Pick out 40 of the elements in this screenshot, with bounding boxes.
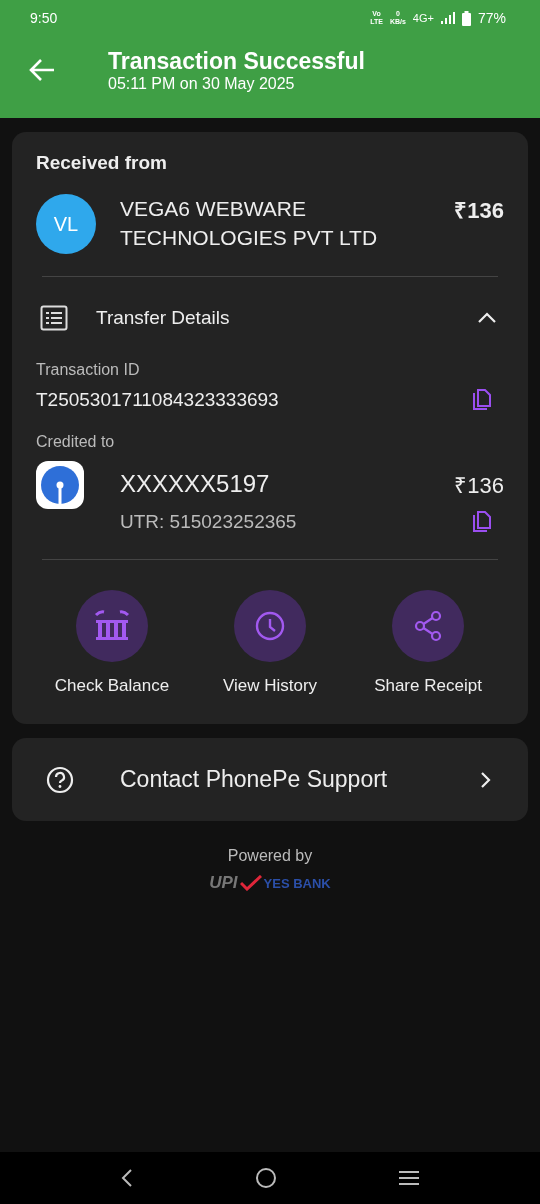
help-icon [46, 765, 74, 794]
clock-icon[interactable] [255, 611, 285, 641]
powered-by-label: Powered by [227, 847, 313, 865]
clock-time: 9:50 [30, 10, 58, 26]
sender-name: VEGA6 WEBWARE TECHNOLOGIES PVT LTD [120, 196, 379, 251]
copy-icon[interactable] [472, 389, 492, 411]
action-label[interactable]: View History [222, 676, 318, 696]
transaction-time: 05:11 PM on 30 May 2025 [108, 75, 296, 93]
home-nav-icon[interactable] [255, 1167, 277, 1189]
chevron-icon[interactable] [478, 312, 496, 324]
action-label[interactable]: Share Receipt [374, 676, 482, 696]
list-icon [40, 305, 68, 331]
battery-percent: 77% [477, 10, 506, 26]
amount: ₹136 [454, 472, 504, 499]
back-arrow-icon[interactable] [28, 58, 56, 82]
bank-icon[interactable] [93, 609, 131, 643]
chevron-right-icon [480, 770, 492, 789]
upi-logo: UPI [209, 873, 238, 893]
tick-icon [239, 875, 262, 891]
bank-logo-icon [36, 461, 84, 509]
bank-logo: YES BANK [263, 875, 331, 891]
action-label[interactable]: Check Balance [54, 676, 170, 696]
utr-number: UTR: 515023252365 [120, 511, 297, 533]
menu-nav-icon[interactable] [397, 1169, 420, 1187]
back-nav-icon[interactable] [120, 1168, 135, 1188]
battery-icon [461, 10, 471, 26]
copy-icon[interactable] [472, 511, 492, 533]
account-number: XXXXXX5197 [120, 470, 270, 498]
section-heading: Received from [36, 152, 168, 174]
sender-avatar: VL [36, 194, 96, 254]
share-icon[interactable] [414, 610, 442, 642]
support-row[interactable]: Contact PhonePe Support [12, 738, 528, 821]
transfer-details-toggle[interactable]: Transfer Details [96, 307, 478, 329]
field-label: Transaction ID [36, 361, 141, 379]
page-title: Transaction Successful [108, 47, 365, 75]
signal-icon [440, 12, 455, 24]
transaction-id: T2505301711084323333693 [36, 389, 279, 411]
amount: ₹136 [454, 197, 504, 224]
field-label: Credited to [36, 433, 116, 451]
network-type: 4G+ [412, 12, 434, 24]
